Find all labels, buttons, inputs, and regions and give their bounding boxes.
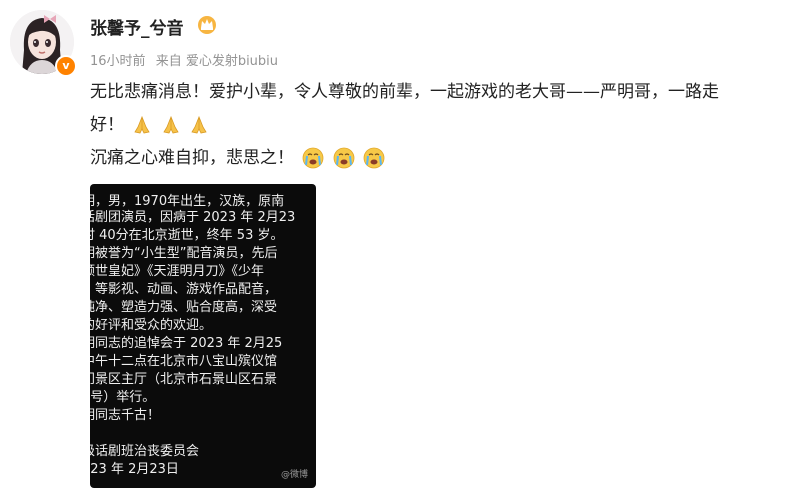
notice-line: 的好评和受众的欢迎。 — [90, 318, 213, 333]
notice-line: 中午十二点在北京市八宝山殡仪馆 — [90, 354, 278, 369]
notice-line: 时 40分在北京逝世，终年 53 岁。 — [90, 228, 284, 243]
image-watermark: @微博 — [280, 470, 308, 480]
post-body: 无比悲痛消息！爱护小辈，令人尊敬的前辈，一起游戏的老大哥——严明哥，一路走 好！… — [90, 76, 790, 175]
post-source[interactable]: 来自 爱心发射biubiu — [156, 54, 278, 69]
praying-hands-icon — [191, 115, 207, 134]
post-line-2: 好！ — [90, 109, 790, 142]
notice-line: 纯净、塑造力强、贴合度高，深受 — [90, 300, 278, 315]
praying-hands-icon — [134, 115, 151, 134]
notice-line: 明，男，1970年出生，汉族，原南 — [90, 194, 285, 209]
notice-line: 门景区主厅（北京市石景山区石景 — [90, 372, 278, 387]
notice-line: 明同志的追悼会于 2023 年 2月25 — [90, 336, 283, 351]
praying-hands-icon — [163, 115, 179, 134]
crying-face-icon — [333, 147, 355, 169]
notice-line: 明被誉为“小生型”配音演员，先后 — [90, 246, 278, 261]
post-image[interactable]: 明，男，1970年出生，汉族，原南 话剧团演员，因病于 2023 年 2月23 … — [90, 184, 316, 488]
post-meta: 16小时前 来自 爱心发射biubiu — [90, 50, 284, 69]
post-line-3: 沉痛之心难自抑，悲思之！ — [90, 142, 790, 175]
notice-line: 话剧团演员，因病于 2023 年 2月23 — [90, 210, 296, 225]
post-time[interactable]: 16小时前 — [90, 54, 146, 69]
post-line-3-text: 沉痛之心难自抑，悲思之！ — [90, 148, 294, 168]
verified-badge-icon: v — [55, 55, 77, 77]
crying-face-icon — [363, 147, 385, 169]
username[interactable]: 张馨予_兮音 — [90, 14, 184, 39]
crown-icon — [198, 16, 216, 34]
notice-line: 倾世皇妃》《天涯明月刀》《少年 — [90, 264, 265, 279]
post-line-1: 无比悲痛消息！爱护小辈，令人尊敬的前辈，一起游戏的老大哥——严明哥，一路走 — [90, 82, 719, 102]
notice-line: 》等影视、动画、游戏作品配音， — [90, 282, 278, 297]
notice-line: 明同志千古！ — [90, 408, 161, 423]
crying-face-icon — [303, 147, 324, 169]
notice-line: 023 年 2月23日 — [90, 462, 179, 477]
notice-line: 9号）举行。 — [90, 390, 156, 405]
notice-line: 级话剧班治丧委员会 — [90, 444, 200, 459]
post-line-2-text: 好！ — [90, 115, 124, 135]
